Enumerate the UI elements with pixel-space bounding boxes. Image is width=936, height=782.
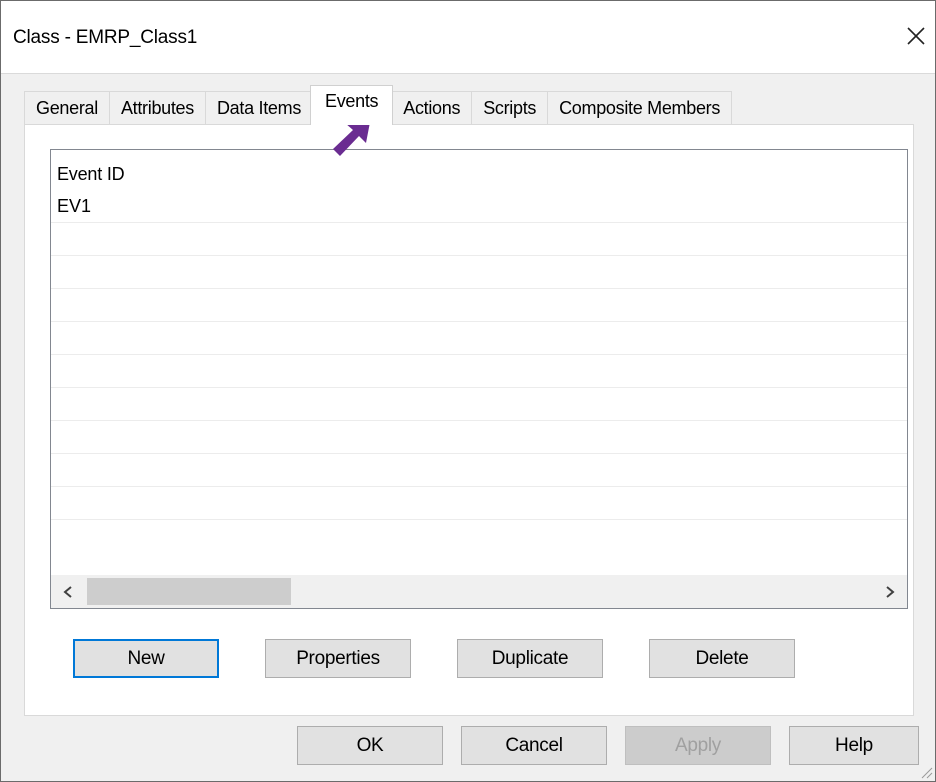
close-icon[interactable]	[903, 23, 929, 49]
properties-button[interactable]: Properties	[265, 639, 411, 678]
list-item	[51, 421, 907, 454]
scrollbar-thumb[interactable]	[87, 578, 291, 605]
ok-button[interactable]: OK	[297, 726, 443, 765]
list-item	[51, 487, 907, 520]
list-item	[51, 223, 907, 256]
duplicate-button[interactable]: Duplicate	[457, 639, 603, 678]
window-title: Class - EMRP_Class1	[13, 27, 198, 48]
events-list[interactable]: Event ID EV1	[50, 149, 908, 609]
tab-events[interactable]: Events	[310, 85, 394, 125]
apply-button[interactable]: Apply	[625, 726, 771, 765]
list-item[interactable]: EV1	[51, 190, 907, 223]
list-item	[51, 454, 907, 487]
dialog-client-area: General Attributes Data Items Events Act…	[1, 74, 935, 781]
horizontal-scrollbar[interactable]	[51, 575, 907, 608]
list-item	[51, 322, 907, 355]
new-button[interactable]: New	[73, 639, 219, 678]
tab-scripts[interactable]: Scripts	[471, 91, 549, 125]
list-item	[51, 256, 907, 289]
column-header-event-id[interactable]: Event ID	[57, 164, 125, 185]
tab-actions[interactable]: Actions	[391, 91, 473, 125]
tab-attributes[interactable]: Attributes	[108, 91, 206, 125]
tab-composite-members[interactable]: Composite Members	[547, 91, 733, 125]
events-tab-panel: Event ID EV1 New Properties Duplicate De…	[24, 124, 914, 716]
tab-strip: General Attributes Data Items Events Act…	[24, 85, 733, 125]
title-bar: Class - EMRP_Class1	[1, 1, 935, 74]
list-item	[51, 388, 907, 421]
cancel-button[interactable]: Cancel	[461, 726, 607, 765]
events-rows: EV1	[51, 190, 907, 520]
class-dialog: Class - EMRP_Class1 General Attributes D…	[0, 0, 936, 782]
chevron-left-icon[interactable]	[51, 575, 85, 608]
delete-button[interactable]: Delete	[649, 639, 795, 678]
resize-grip-icon[interactable]	[919, 765, 933, 779]
chevron-right-icon[interactable]	[873, 575, 907, 608]
tab-general[interactable]: General	[24, 91, 110, 125]
tab-data-items[interactable]: Data Items	[204, 91, 314, 125]
list-item	[51, 355, 907, 388]
list-item	[51, 289, 907, 322]
help-button[interactable]: Help	[789, 726, 919, 765]
